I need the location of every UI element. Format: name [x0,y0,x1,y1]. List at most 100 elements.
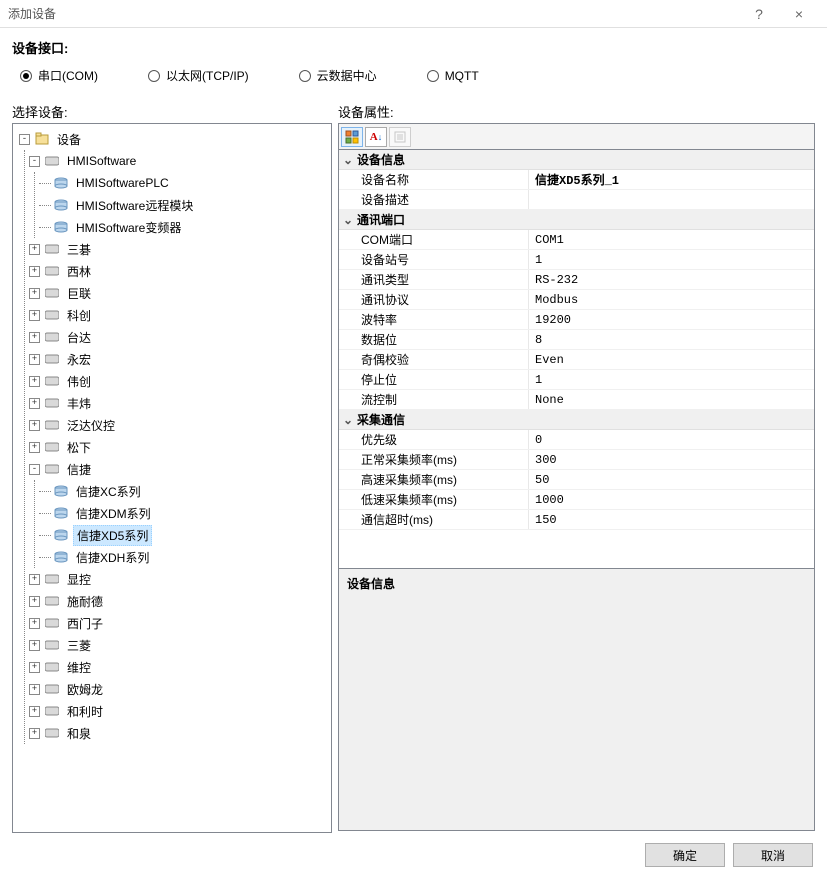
expand-icon[interactable]: + [29,662,40,673]
property-value[interactable]: 1 [529,370,814,389]
property-value[interactable] [529,190,814,209]
property-row[interactable]: 数据位 8 [339,330,814,350]
property-row[interactable]: 波特率 19200 [339,310,814,330]
property-row[interactable]: 低速采集频率(ms) 1000 [339,490,814,510]
categorized-view-button[interactable] [341,127,363,147]
tree-item[interactable]: HMISoftware变频器 [35,216,329,238]
property-value[interactable]: 信捷XD5系列_1 [529,170,814,189]
property-row[interactable]: 设备站号 1 [339,250,814,270]
chevron-down-icon[interactable]: ⌄ [339,413,357,427]
tree-item[interactable]: + 欧姆龙 [25,678,329,700]
radio-cloud[interactable]: 云数据中心 [299,67,377,84]
tree-item[interactable]: HMISoftwarePLC [35,172,329,194]
property-value[interactable]: 19200 [529,310,814,329]
expand-icon[interactable]: + [29,288,40,299]
tree-item[interactable]: 信捷XC系列 [35,480,329,502]
property-value[interactable]: Modbus [529,290,814,309]
property-value[interactable]: 0 [529,430,814,449]
ok-button[interactable]: 确定 [645,843,725,867]
close-button[interactable]: × [779,0,819,28]
property-category[interactable]: ⌄ 通讯端口 [339,210,814,230]
expand-icon[interactable]: + [29,332,40,343]
expand-icon[interactable]: + [29,376,40,387]
tree-item[interactable]: 信捷XDM系列 [35,502,329,524]
property-row[interactable]: 通信超时(ms) 150 [339,510,814,530]
property-row[interactable]: 高速采集频率(ms) 50 [339,470,814,490]
tree-item[interactable]: 信捷XD5系列 [35,524,329,546]
property-value[interactable]: 8 [529,330,814,349]
cancel-button[interactable]: 取消 [733,843,813,867]
property-row[interactable]: 设备描述 [339,190,814,210]
radio-tcpip[interactable]: 以太网(TCP/IP) [148,67,249,84]
property-grid[interactable]: ⌄ 设备信息 设备名称 信捷XD5系列_1 设备描述 ⌄ 通讯端口 COM端口 … [338,149,815,569]
tree-item[interactable]: + 和利时 [25,700,329,722]
property-category[interactable]: ⌄ 采集通信 [339,410,814,430]
property-row[interactable]: COM端口 COM1 [339,230,814,250]
tree-item[interactable]: + 永宏 [25,348,329,370]
expand-icon[interactable]: + [29,310,40,321]
property-value[interactable]: RS-232 [529,270,814,289]
property-row[interactable]: 通讯类型 RS-232 [339,270,814,290]
chevron-down-icon[interactable]: ⌄ [339,213,357,227]
tree-root[interactable]: - 设备 [15,128,329,150]
expand-icon[interactable]: + [29,706,40,717]
property-category[interactable]: ⌄ 设备信息 [339,150,814,170]
tree-item[interactable]: + 西林 [25,260,329,282]
property-value[interactable]: 150 [529,510,814,529]
property-row[interactable]: 停止位 1 [339,370,814,390]
property-row[interactable]: 优先级 0 [339,430,814,450]
property-row[interactable]: 设备名称 信捷XD5系列_1 [339,170,814,190]
chevron-down-icon[interactable]: ⌄ [339,153,357,167]
property-value[interactable]: None [529,390,814,409]
radio-mqtt[interactable]: MQTT [427,67,479,84]
expand-icon[interactable]: + [29,442,40,453]
tree-item[interactable]: + 泛达仪控 [25,414,329,436]
alphabetical-view-button[interactable]: A↓ [365,127,387,147]
tree-item[interactable]: + 显控 [25,568,329,590]
tree-item[interactable]: + 丰炜 [25,392,329,414]
expand-icon[interactable]: + [29,398,40,409]
tree-item[interactable]: HMISoftware远程模块 [35,194,329,216]
expand-icon[interactable]: + [29,684,40,695]
property-row[interactable]: 流控制 None [339,390,814,410]
collapse-icon[interactable]: - [19,134,30,145]
help-button[interactable]: ? [739,0,779,28]
tree-item[interactable]: + 台达 [25,326,329,348]
collapse-icon[interactable]: - [29,156,40,167]
property-value[interactable]: 50 [529,470,814,489]
property-row[interactable]: 通讯协议 Modbus [339,290,814,310]
property-value[interactable]: 1 [529,250,814,269]
tree-item[interactable]: + 西门子 [25,612,329,634]
tree-item[interactable]: 信捷XDH系列 [35,546,329,568]
expand-icon[interactable]: + [29,574,40,585]
property-row[interactable]: 奇偶校验 Even [339,350,814,370]
expand-icon[interactable]: + [29,420,40,431]
property-row[interactable]: 正常采集频率(ms) 300 [339,450,814,470]
device-tree[interactable]: - 设备 - HMISoftware [12,123,332,833]
collapse-icon[interactable]: - [29,464,40,475]
expand-icon[interactable]: + [29,266,40,277]
radio-com[interactable]: 串口(COM) [20,67,98,84]
tree-item[interactable]: + 巨联 [25,282,329,304]
property-value[interactable]: Even [529,350,814,369]
tree-item[interactable]: + 科创 [25,304,329,326]
tree-item-xinjie[interactable]: - 信捷 [25,458,329,480]
property-value[interactable]: 300 [529,450,814,469]
expand-icon[interactable]: + [29,618,40,629]
property-pages-button[interactable] [389,127,411,147]
tree-item[interactable]: + 三菱 [25,634,329,656]
expand-icon[interactable]: + [29,596,40,607]
tree-item[interactable]: + 施耐德 [25,590,329,612]
expand-icon[interactable]: + [29,244,40,255]
property-value[interactable]: COM1 [529,230,814,249]
tree-item[interactable]: + 松下 [25,436,329,458]
tree-item[interactable]: + 三碁 [25,238,329,260]
expand-icon[interactable]: + [29,728,40,739]
expand-icon[interactable]: + [29,640,40,651]
tree-item[interactable]: + 和泉 [25,722,329,744]
tree-item[interactable]: + 维控 [25,656,329,678]
tree-item-hmisoftware[interactable]: - HMISoftware [25,150,329,172]
expand-icon[interactable]: + [29,354,40,365]
property-value[interactable]: 1000 [529,490,814,509]
tree-item[interactable]: + 伟创 [25,370,329,392]
